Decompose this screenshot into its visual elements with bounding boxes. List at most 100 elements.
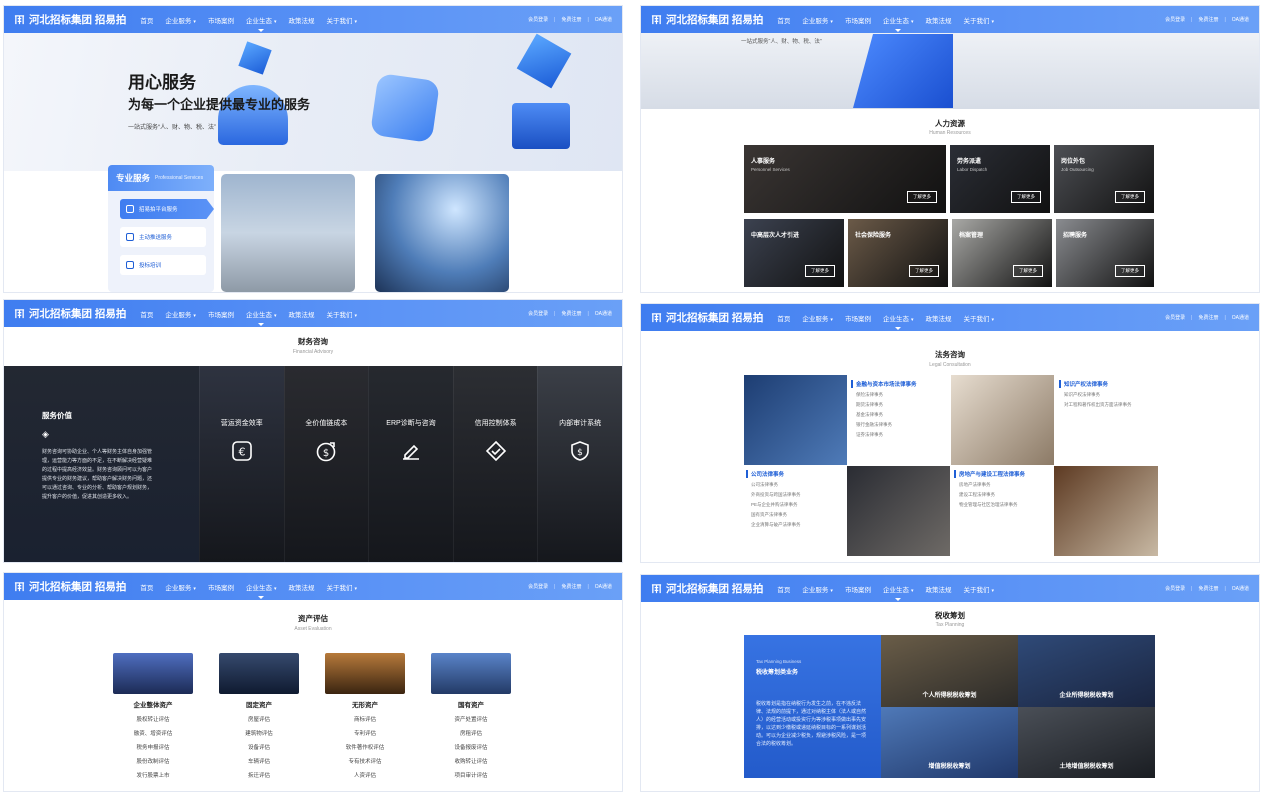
- asset-item[interactable]: 建筑物评估: [219, 729, 299, 737]
- hr-tile[interactable]: 档案管理 了解更多: [952, 219, 1052, 287]
- asset-item[interactable]: 股权转让评估: [113, 715, 193, 723]
- legal-item[interactable]: 物业管理与社区治理法律事务: [954, 502, 1025, 508]
- finance-column[interactable]: 营运资金效率 €: [199, 366, 284, 562]
- nav-item[interactable]: 关于我们 ▾: [963, 584, 994, 594]
- nav-item[interactable]: 政策法规: [288, 309, 314, 319]
- nav-item[interactable]: 政策法规: [288, 582, 314, 592]
- nav-right-link[interactable]: 会员登录: [528, 583, 548, 590]
- asset-item[interactable]: 车辆评估: [219, 757, 299, 765]
- asset-item[interactable]: 设备报废评估: [431, 743, 511, 751]
- nav-right-link[interactable]: OA通道: [1232, 314, 1249, 321]
- nav-item[interactable]: 关于我们 ▾: [326, 15, 357, 25]
- tax-cell[interactable]: 增值税税收筹划: [881, 707, 1018, 778]
- nav-item[interactable]: 企业服务 ▾: [165, 582, 196, 592]
- nav-item[interactable]: 企业服务 ▾: [165, 15, 196, 25]
- hr-tile[interactable]: 中高层次人才引进 了解更多: [744, 219, 844, 287]
- legal-item[interactable]: 银行金融法律事务: [851, 422, 917, 428]
- asset-item[interactable]: 收购转让评估: [431, 757, 511, 765]
- hr-tile[interactable]: 岗位外包 Job Outsourcing 了解更多: [1054, 145, 1154, 213]
- service-tab[interactable]: 招易拍平台服务: [120, 199, 214, 219]
- asset-item[interactable]: 专有技术评估: [325, 757, 405, 765]
- nav-right-link[interactable]: 会员登录: [528, 16, 548, 23]
- brand-logo[interactable]: 河北招标集团 招易拍: [14, 12, 126, 27]
- nav-right-link[interactable]: 免费注册: [1198, 585, 1218, 592]
- nav-item[interactable]: 首页: [777, 584, 790, 594]
- asset-item[interactable]: 拆迁评估: [219, 771, 299, 779]
- nav-right-link[interactable]: 免费注册: [561, 583, 581, 590]
- nav-item[interactable]: 关于我们 ▾: [326, 582, 357, 592]
- nav-item[interactable]: 政策法规: [925, 584, 951, 594]
- finance-column[interactable]: 内部审计系统 $: [537, 366, 622, 562]
- legal-item[interactable]: 基金法律事务: [851, 412, 917, 418]
- legal-item[interactable]: 对工程和著作权出资方面法律事务: [1059, 402, 1132, 408]
- hr-tile[interactable]: 招聘服务 了解更多: [1056, 219, 1154, 287]
- legal-item[interactable]: 公司法律事务: [746, 482, 801, 488]
- service-tab[interactable]: 投标培训: [120, 255, 206, 275]
- nav-item[interactable]: 企业服务 ▾: [165, 309, 196, 319]
- nav-item[interactable]: 市场案例: [845, 15, 871, 25]
- hr-tile[interactable]: 社会保险服务 了解更多: [848, 219, 948, 287]
- nav-item[interactable]: 首页: [777, 15, 790, 25]
- nav-item[interactable]: 首页: [777, 313, 790, 323]
- nav-right-link[interactable]: OA通道: [595, 310, 612, 317]
- legal-item[interactable]: PE与企业并购法律事务: [746, 502, 801, 508]
- asset-item[interactable]: 商标评估: [325, 715, 405, 723]
- nav-item[interactable]: 市场案例: [208, 309, 234, 319]
- nav-item[interactable]: 政策法规: [288, 15, 314, 25]
- asset-item[interactable]: 项目审计评估: [431, 771, 511, 779]
- nav-item[interactable]: 企业服务 ▾: [802, 584, 833, 594]
- asset-item[interactable]: 资产处置评估: [431, 715, 511, 723]
- legal-item[interactable]: 建设工程法律事务: [954, 492, 1025, 498]
- asset-item[interactable]: 设备评估: [219, 743, 299, 751]
- asset-item[interactable]: 人资评估: [325, 771, 405, 779]
- legal-item[interactable]: 期货法律事务: [851, 402, 917, 408]
- brand-logo[interactable]: 河北招标集团 招易拍: [651, 12, 763, 27]
- nav-right-link[interactable]: 会员登录: [1165, 585, 1185, 592]
- brand-logo[interactable]: 河北招标集团 招易拍: [14, 306, 126, 321]
- learn-more-button[interactable]: 了解更多: [1011, 191, 1041, 203]
- nav-item[interactable]: 政策法规: [925, 313, 951, 323]
- finance-column[interactable]: 全价值链成本 $: [283, 366, 369, 562]
- nav-item[interactable]: 企业生态 ▾: [246, 15, 276, 32]
- legal-item[interactable]: 知识产权法律事务: [1059, 392, 1132, 398]
- asset-item[interactable]: 税务申报评估: [113, 743, 193, 751]
- nav-right-link[interactable]: 免费注册: [561, 310, 581, 317]
- nav-right-link[interactable]: 免费注册: [1198, 16, 1218, 23]
- nav-item[interactable]: 市场案例: [845, 584, 871, 594]
- nav-item[interactable]: 市场案例: [208, 15, 234, 25]
- hr-tile[interactable]: 劳务派遣 Labor Dispatch 了解更多: [950, 145, 1050, 213]
- nav-item[interactable]: 市场案例: [208, 582, 234, 592]
- nav-right-link[interactable]: 会员登录: [1165, 16, 1185, 23]
- legal-item[interactable]: 保险法律事务: [851, 392, 917, 398]
- nav-right-link[interactable]: 免费注册: [1198, 314, 1218, 321]
- learn-more-button[interactable]: 了解更多: [1013, 265, 1043, 277]
- nav-item[interactable]: 企业生态 ▾: [883, 313, 913, 330]
- nav-item[interactable]: 市场案例: [845, 313, 871, 323]
- learn-more-button[interactable]: 了解更多: [909, 265, 939, 277]
- tax-cell[interactable]: 个人所得税税收筹划: [881, 635, 1018, 707]
- asset-item[interactable]: 发行股票上市: [113, 771, 193, 779]
- nav-item[interactable]: 关于我们 ▾: [963, 313, 994, 323]
- learn-more-button[interactable]: 了解更多: [1115, 191, 1145, 203]
- nav-item[interactable]: 首页: [140, 582, 153, 592]
- hr-tile[interactable]: 人事服务 Personnel Services 了解更多: [744, 145, 946, 213]
- nav-item[interactable]: 企业服务 ▾: [802, 313, 833, 323]
- nav-item[interactable]: 首页: [140, 15, 153, 25]
- asset-item[interactable]: 股份改制评估: [113, 757, 193, 765]
- asset-item[interactable]: 房屋评估: [219, 715, 299, 723]
- nav-right-link[interactable]: OA通道: [1232, 585, 1249, 592]
- brand-logo[interactable]: 河北招标集团 招易拍: [651, 581, 763, 596]
- tax-cell[interactable]: 企业所得税税收筹划: [1018, 635, 1155, 707]
- nav-item[interactable]: 企业生态 ▾: [883, 15, 913, 32]
- nav-item[interactable]: 企业服务 ▾: [802, 15, 833, 25]
- nav-item[interactable]: 关于我们 ▾: [963, 15, 994, 25]
- nav-right-link[interactable]: OA通道: [1232, 16, 1249, 23]
- nav-item[interactable]: 政策法规: [925, 15, 951, 25]
- brand-logo[interactable]: 河北招标集团 招易拍: [651, 310, 763, 325]
- learn-more-button[interactable]: 了解更多: [805, 265, 835, 277]
- nav-item[interactable]: 企业生态 ▾: [246, 309, 276, 326]
- legal-item[interactable]: 房地产法律事务: [954, 482, 1025, 488]
- nav-item[interactable]: 企业生态 ▾: [246, 582, 276, 599]
- legal-item[interactable]: 外商投资与跨国法律事务: [746, 492, 801, 498]
- legal-item[interactable]: 国有资产法律事务: [746, 512, 801, 518]
